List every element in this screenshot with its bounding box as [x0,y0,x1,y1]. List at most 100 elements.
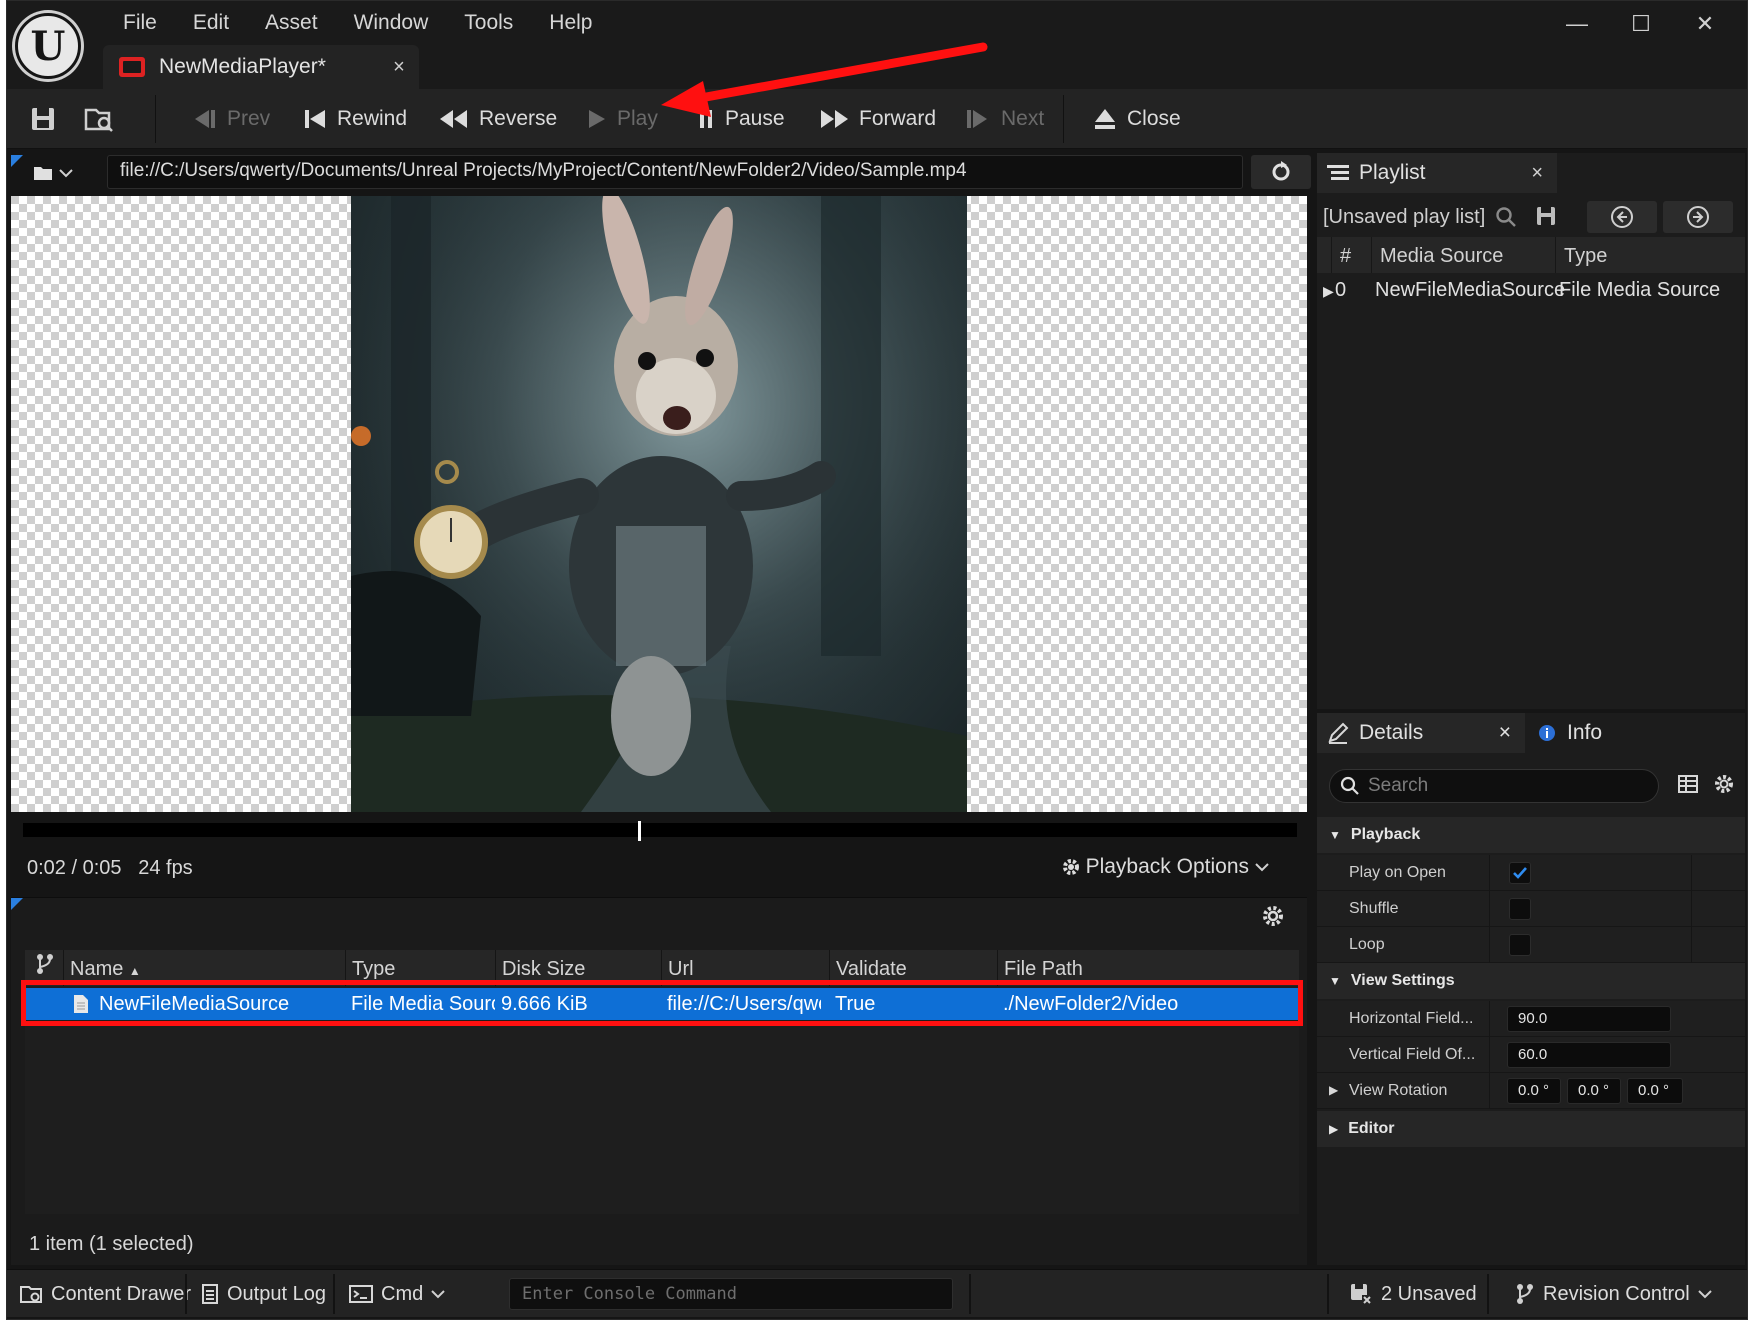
playlist-tab[interactable]: Playlist × [1317,153,1557,193]
terminal-icon [349,1285,373,1303]
prev-button[interactable]: Prev [191,89,270,149]
unsaved-button[interactable]: 2 Unsaved [1349,1270,1477,1318]
property-horizontal-fov-label: Horizontal Field... [1349,1010,1474,1027]
frame-rate: 24 fps [138,857,193,879]
prev-label: Prev [227,107,271,130]
view-rotation-y-input[interactable]: 0.0 ° [1567,1078,1621,1104]
close-media-button[interactable]: Close [1093,89,1181,149]
browse-asset-button[interactable] [83,89,115,149]
list-settings-button[interactable] [1261,904,1285,933]
time-readout: 0:02 / 0:05 24 fps [27,857,193,880]
window-controls: — ☐ ✕ [1545,7,1737,41]
vertical-fov-input[interactable]: 60.0 [1507,1042,1671,1068]
details-search-input[interactable]: Search [1329,769,1659,803]
playback-options-dropdown[interactable]: Playback Options [1062,855,1269,879]
column-divider [1489,927,1490,963]
content-drawer-button[interactable]: Content Drawer [19,1270,191,1318]
playlist-search-icon[interactable] [1495,206,1517,233]
category-view-settings[interactable]: ▼ View Settings [1317,963,1745,999]
close-window-button[interactable]: ✕ [1673,7,1737,41]
reverse-button[interactable]: Reverse [439,89,557,149]
forward-button[interactable]: Forward [819,89,936,149]
property-loop-label: Loop [1349,936,1385,953]
panel-corner-marker [11,898,23,910]
playlist-column-index[interactable]: # [1331,237,1371,273]
open-file-button[interactable] [17,159,81,187]
loop-checkbox[interactable] [1509,934,1531,956]
column-divider [1489,891,1490,927]
expand-arrow-icon[interactable]: ▶ [1329,1083,1338,1097]
browse-icon [84,108,113,132]
arrow-right-icon [1687,206,1709,228]
expand-arrow-icon[interactable]: ▶ [1323,283,1334,300]
scrubber-playhead[interactable] [638,821,642,841]
playlist-prev-button[interactable] [1587,201,1657,233]
playlist-header: # Media Source Type [1317,237,1745,273]
horizontal-fov-input[interactable]: 90.0 [1507,1006,1671,1032]
shuffle-checkbox[interactable] [1509,898,1531,920]
column-name-label: Name [70,958,124,980]
menu-help[interactable]: Help [531,9,610,37]
tab-info-label: Info [1567,721,1603,744]
cmd-dropdown[interactable]: Cmd [349,1270,445,1318]
menu-window[interactable]: Window [336,9,447,37]
save-button[interactable] [29,89,57,149]
pause-label: Pause [725,107,785,130]
branch-icon [1517,1284,1533,1304]
playlist-column-type[interactable]: Type [1555,237,1745,273]
playback-scrubber[interactable] [23,821,1297,841]
unreal-logo-icon[interactable]: U [15,13,81,79]
play-on-open-checkbox[interactable] [1509,862,1531,884]
details-tabs: Details × Info [1317,713,1745,753]
view-rotation-x-input[interactable]: 0.0 ° [1507,1078,1561,1104]
menu-tools[interactable]: Tools [446,9,531,37]
title-bar: U File Edit Asset Window Tools Help — ☐ … [7,1,1747,89]
play-button[interactable]: Play [587,89,658,149]
minimize-button[interactable]: — [1545,7,1609,41]
playlist-row[interactable]: ▶ 0 NewFileMediaSource File Media Source [1317,275,1745,307]
revision-control-dropdown[interactable]: Revision Control [1515,1270,1712,1318]
playlist-next-button[interactable] [1663,201,1733,233]
view-rotation-z-input[interactable]: 0.0 ° [1627,1078,1683,1104]
reload-button[interactable] [1251,155,1311,189]
media-player-editor-window: U File Edit Asset Window Tools Help — ☐ … [6,0,1748,1320]
folder-icon [34,167,52,180]
details-search-placeholder: Search [1368,775,1429,796]
media-viewer[interactable] [11,196,1307,812]
playlist-save-icon[interactable] [1535,205,1557,232]
next-button[interactable]: Next [965,89,1044,149]
tab-info[interactable]: Info [1527,713,1727,753]
category-editor[interactable]: ▶ Editor [1317,1111,1745,1147]
output-log-button[interactable]: Output Log [201,1270,326,1318]
console-command-input[interactable] [509,1278,953,1310]
playlist-panel: Playlist × [Unsaved play list] # Media S… [1317,153,1745,709]
reverse-icon [440,110,467,128]
status-separator [1327,1274,1329,1314]
toolbar-separator [155,95,156,143]
menu-file[interactable]: File [105,9,175,37]
arrow-left-icon [1611,206,1633,228]
video-content-image [351,196,967,812]
property-shuffle-label: Shuffle [1349,900,1399,917]
playlist-column-media-source[interactable]: Media Source [1371,237,1555,273]
document-tab-close-icon[interactable]: × [379,56,419,79]
chevron-down-icon [1698,1290,1712,1299]
maximize-button[interactable]: ☐ [1609,7,1673,41]
details-close-icon[interactable]: × [1499,721,1511,745]
table-view-icon[interactable] [1677,773,1699,795]
toolbar: Prev Rewind Reverse Play Pause Forward N… [7,89,1747,149]
gear-icon[interactable] [1713,773,1735,795]
document-tab[interactable]: NewMediaPlayer* × [103,45,419,89]
property-play-on-open-label: Play on Open [1349,864,1446,881]
tab-details[interactable]: Details × [1317,713,1525,753]
chevron-down-icon [1255,863,1269,872]
rewind-button[interactable]: Rewind [303,89,407,149]
url-input[interactable]: file://C:/Users/qwerty/Documents/Unreal … [107,155,1243,189]
rewind-label: Rewind [337,107,408,130]
menu-edit[interactable]: Edit [175,9,247,37]
pause-button[interactable]: Pause [697,89,785,149]
eject-icon [1095,109,1115,129]
menu-asset[interactable]: Asset [247,9,336,37]
category-playback[interactable]: ▼ Playback [1317,817,1745,853]
playlist-close-icon[interactable]: × [1531,162,1543,185]
